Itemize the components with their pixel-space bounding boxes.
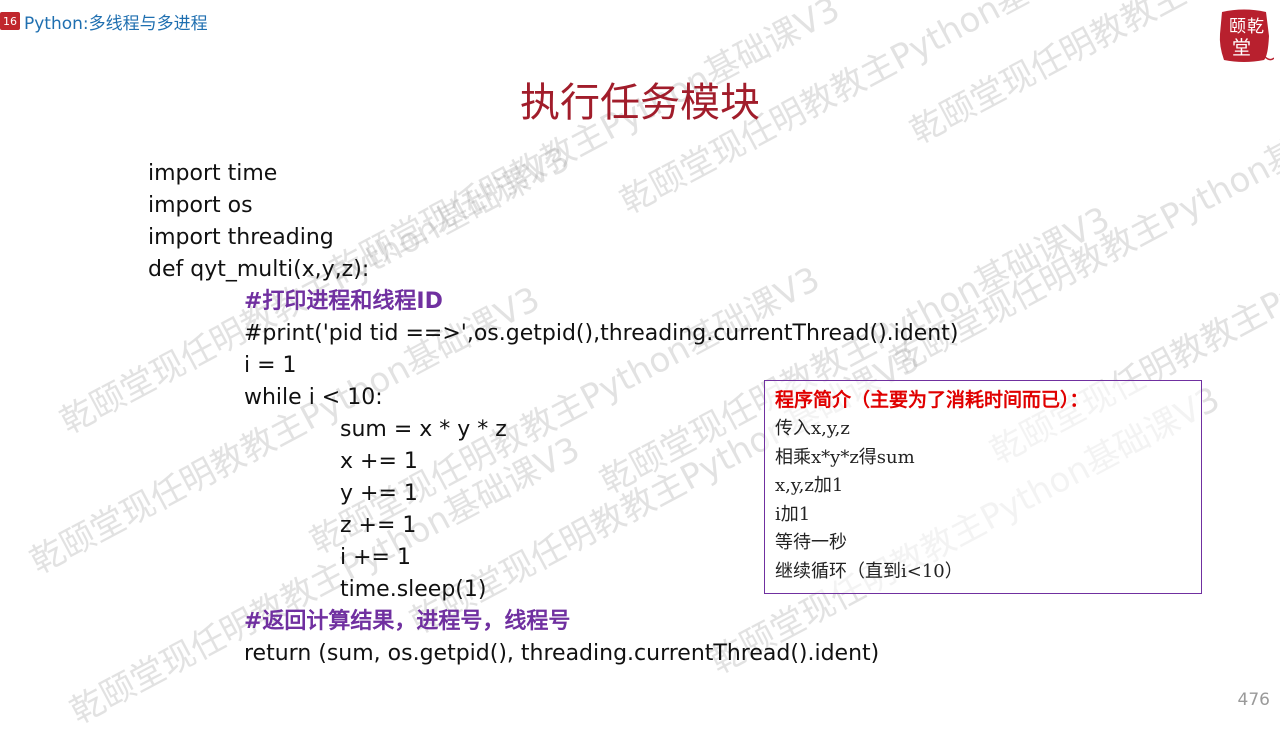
page-number: 476 bbox=[1237, 690, 1270, 710]
code-line: sum = x * y * z bbox=[340, 417, 507, 442]
code-line: x += 1 bbox=[340, 449, 418, 474]
code-comment-line: #返回计算结果，进程号，线程号 bbox=[244, 609, 571, 634]
slide-title: 执行任务模块 bbox=[520, 80, 760, 126]
info-box-item: 继续循环（直到i<10） bbox=[775, 560, 963, 582]
code-line: return (sum, os.getpid(), threading.curr… bbox=[244, 641, 880, 666]
info-box-item: x,y,z加1 bbox=[775, 475, 844, 496]
svg-text:乾: 乾 bbox=[1247, 17, 1264, 37]
code-line: while i < 10: bbox=[244, 385, 383, 410]
code-line: import os bbox=[148, 193, 253, 218]
info-box-item: 等待一秒 bbox=[775, 532, 847, 553]
info-box-item: 相乘x*y*z得sum bbox=[775, 446, 915, 468]
watermark-text: 乾颐堂现任明教教主Python基础课V3 bbox=[63, 429, 587, 733]
program-info-box: 程序简介（主要为了消耗时间而已）： 传入x,y,z 相乘x*y*z得sum x,y,… bbox=[764, 380, 1202, 594]
info-box-item: 传入x,y,z bbox=[775, 418, 850, 439]
code-line: i = 1 bbox=[244, 353, 297, 378]
slide-header: 16 Python:多线程与多进程 bbox=[0, 10, 208, 34]
logo-seal-icon: 颐 乾 堂 bbox=[1219, 9, 1274, 62]
svg-text:颐: 颐 bbox=[1229, 17, 1246, 37]
code-line: y += 1 bbox=[340, 481, 418, 506]
code-line: time.sleep(1) bbox=[340, 577, 487, 602]
info-box-title: 程序简介（主要为了消耗时间而已）： bbox=[775, 389, 1089, 411]
watermark-text: 乾颐堂现任明教教主Python基础课V3 bbox=[323, 0, 847, 293]
code-line: def qyt_multi(x,y,z): bbox=[148, 257, 370, 282]
chapter-badge: 16 bbox=[0, 12, 20, 30]
code-line: i += 1 bbox=[340, 545, 411, 570]
code-comment-line: #打印进程和线程ID bbox=[244, 289, 443, 314]
code-line: #print('pid tid ==>',os.getpid(),threadi… bbox=[244, 321, 959, 346]
code-line: z += 1 bbox=[340, 513, 417, 538]
chapter-title: Python:多线程与多进程 bbox=[24, 13, 208, 34]
code-line: import time bbox=[148, 161, 278, 186]
info-box-item: i加1 bbox=[775, 503, 811, 525]
svg-text:堂: 堂 bbox=[1232, 37, 1251, 59]
code-line: import threading bbox=[148, 225, 334, 250]
